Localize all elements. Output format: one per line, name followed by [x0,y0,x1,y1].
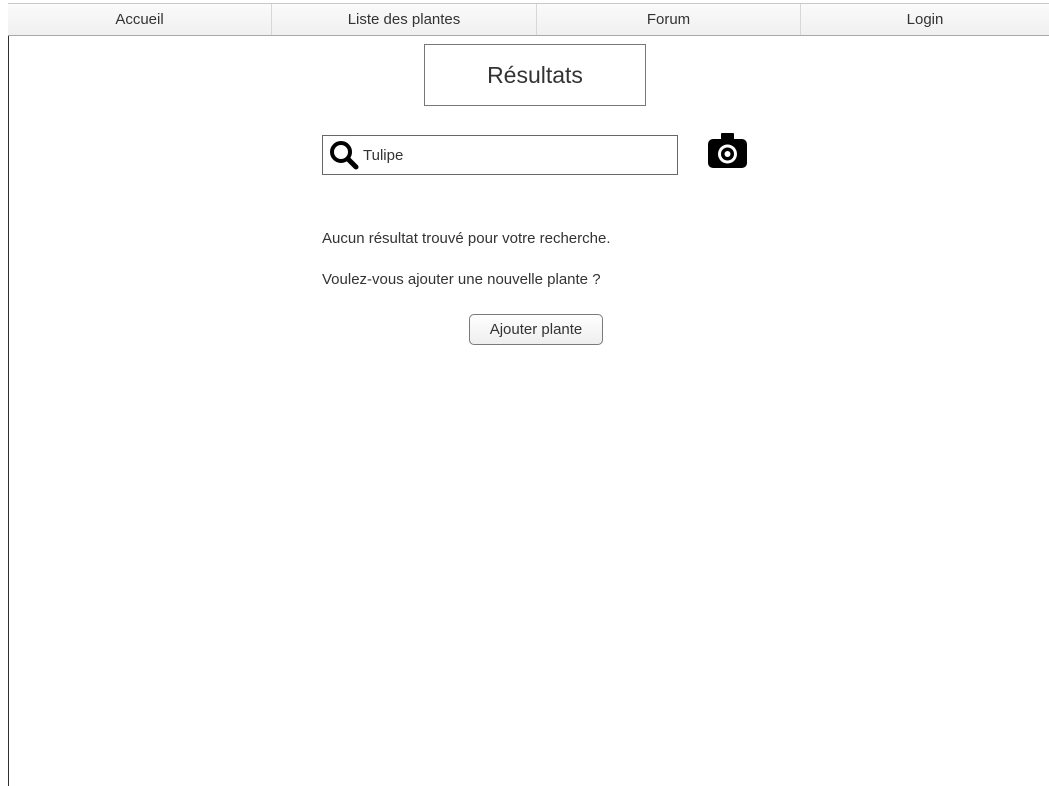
search-value: Tulipe [363,146,404,164]
search-icon [327,138,361,172]
nav-item-forum-label: Forum [646,11,691,28]
nav-item-home-label: Accueil [115,11,164,28]
nav-item-home[interactable]: Accueil [8,4,272,35]
no-results-message: Aucun résultat trouvé pour votre recherc… [322,230,611,247]
add-plant-button[interactable]: Ajouter plante [469,314,603,345]
nav-item-forum[interactable]: Forum [537,4,801,35]
nav-item-login-label: Login [906,11,944,28]
search-input[interactable]: Tulipe [322,135,678,175]
nav-item-plant-list[interactable]: Liste des plantes [272,4,537,35]
page-title: Résultats [424,44,646,106]
nav-item-login[interactable]: Login [801,4,1049,35]
nav-item-plant-list-label: Liste des plantes [347,11,461,28]
left-border [8,36,9,786]
app-window: Accueil Liste des plantes Forum Login Ré… [0,0,1049,786]
camera-icon [706,132,749,176]
camera-button[interactable] [706,132,749,176]
top-navigation-bar: Accueil Liste des plantes Forum Login [8,3,1049,36]
add-plant-prompt: Voulez-vous ajouter une nouvelle plante … [322,271,601,288]
